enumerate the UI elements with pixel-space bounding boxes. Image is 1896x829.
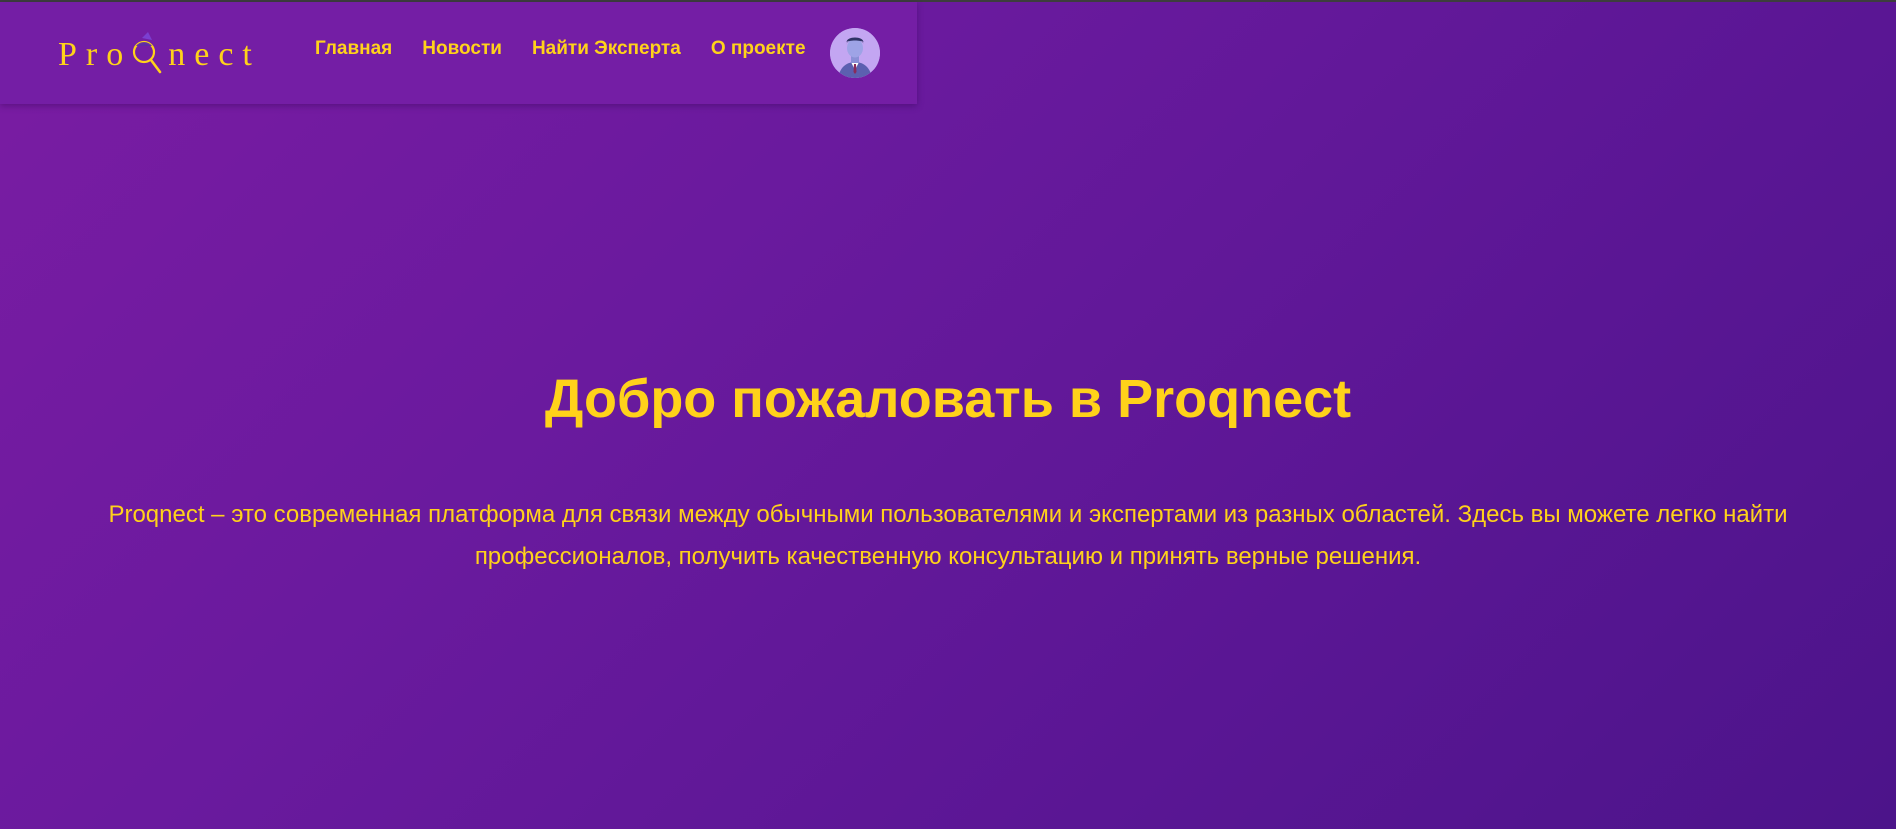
hero-title: Добро пожаловать в Proqnect [544,369,1352,429]
logo-text-prefix: Pro [58,36,133,73]
nav-item-find-expert[interactable]: Найти Эксперта [532,38,681,60]
nav-item-home[interactable]: Главная [315,38,392,60]
main-nav: Главная Новости Найти Эксперта О проекте [315,38,806,60]
user-avatar-icon[interactable] [830,28,880,78]
hero-description: Proqnect – это современная платформа для… [108,501,1788,570]
nav-item-about[interactable]: О проекте [711,38,806,60]
logo[interactable]: Pro nect [58,32,261,78]
magnifier-icon [130,32,164,78]
nav-item-news[interactable]: Новости [422,38,502,60]
logo-text-suffix: nect [168,36,261,73]
navbar: Pro nect Главная Новости Найти Эксперта … [0,2,917,104]
